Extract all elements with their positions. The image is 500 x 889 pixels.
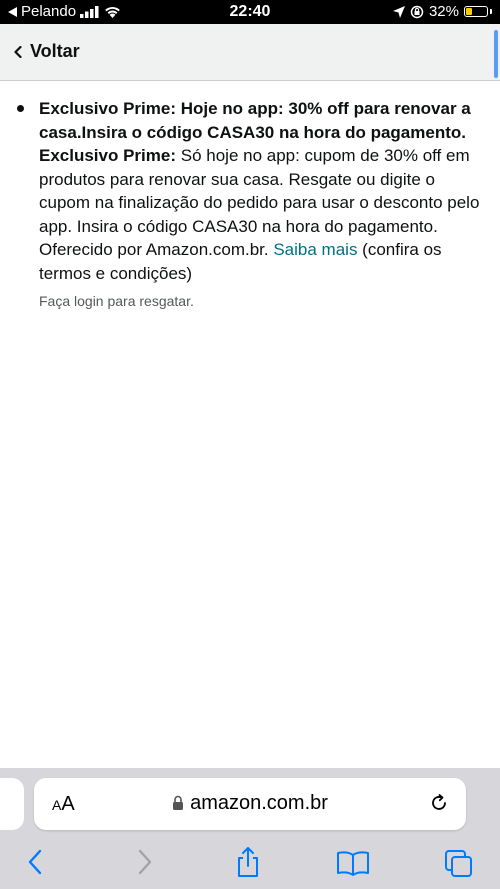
lock-icon	[173, 795, 184, 810]
battery-level	[466, 8, 472, 15]
back-to-app[interactable]: Pelando	[8, 3, 121, 20]
address-bar[interactable]: AA amazon.com.br	[34, 778, 466, 830]
promo-title: Exclusivo Prime: Hoje no app: 30% off pa…	[39, 99, 471, 142]
scroll-indicator[interactable]	[494, 30, 498, 78]
list-item: Exclusivo Prime: Hoje no app: 30% off pa…	[0, 97, 500, 285]
chevron-left-icon	[14, 45, 22, 58]
previous-tab-peek[interactable]	[0, 778, 24, 830]
status-right-group: 32%	[392, 3, 492, 20]
status-bar: Pelando 22:40 32%	[0, 0, 500, 24]
promo-content: Exclusivo Prime: Hoje no app: 30% off pa…	[0, 97, 500, 309]
tabs-icon[interactable]	[444, 849, 474, 879]
browser-address-area: AA amazon.com.br	[0, 768, 500, 840]
location-icon	[392, 5, 405, 18]
battery-icon	[464, 6, 488, 17]
page-header: Voltar	[0, 24, 500, 81]
back-app-label: Pelando	[21, 3, 77, 20]
cellular-signal-icon	[80, 5, 99, 18]
share-icon[interactable]	[234, 846, 262, 878]
back-arrow-icon[interactable]	[24, 848, 48, 876]
orientation-lock-icon	[410, 5, 424, 18]
browser-toolbar	[0, 840, 500, 889]
bullet-dot	[17, 105, 24, 112]
back-button-label: Voltar	[30, 41, 80, 61]
wifi-icon	[105, 6, 120, 18]
promo-desc-bold: Exclusivo Prime:	[39, 146, 177, 165]
login-hint: Faça login para resgatar.	[39, 293, 194, 309]
url-text: amazon.com.br	[190, 792, 328, 814]
promo-description: Exclusivo Prime: Só hoje no app: cupom d…	[39, 144, 482, 285]
forward-arrow-icon[interactable]	[132, 848, 156, 876]
back-button[interactable]: Voltar	[14, 41, 80, 62]
reload-icon[interactable]	[428, 792, 450, 814]
url-display[interactable]: amazon.com.br	[34, 792, 466, 815]
learn-more-link[interactable]: Saiba mais	[273, 240, 357, 259]
bookmarks-icon[interactable]	[336, 850, 370, 876]
promo-list: Exclusivo Prime: Hoje no app: 30% off pa…	[0, 97, 500, 285]
battery-tip	[490, 9, 492, 14]
battery-percent: 32%	[428, 3, 459, 20]
back-triangle-icon	[8, 6, 17, 17]
